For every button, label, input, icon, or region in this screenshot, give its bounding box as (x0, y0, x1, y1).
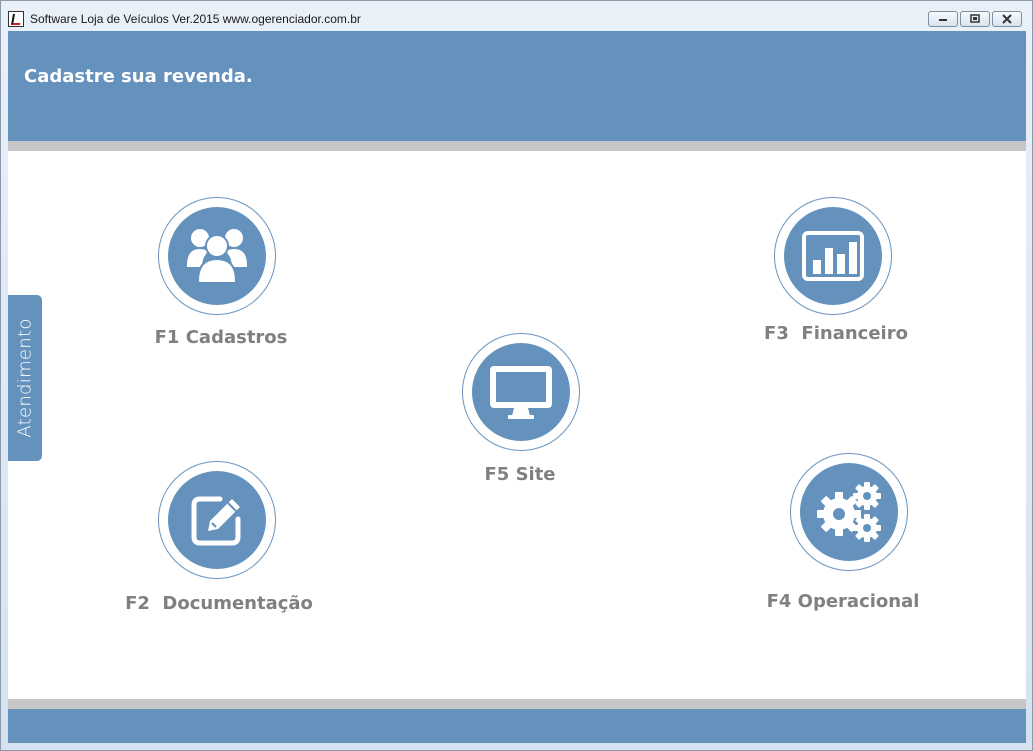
site-label[interactable]: F5 Site (484, 464, 555, 485)
operacional-button[interactable] (790, 453, 908, 571)
atendimento-tab-label: Atendimento (14, 318, 36, 438)
cadastros-label[interactable]: F1 Cadastros (155, 327, 288, 348)
financeiro-button[interactable] (774, 197, 892, 315)
site-disc (472, 343, 570, 441)
documentacao-button[interactable] (158, 461, 276, 579)
cadastros-disc (168, 207, 266, 305)
minimize-icon (939, 19, 947, 21)
site-button[interactable] (462, 333, 580, 451)
close-icon (1002, 14, 1012, 24)
window-title: Software Loja de Veículos Ver.2015 www.o… (30, 12, 361, 26)
restore-icon (970, 14, 980, 23)
gears-icon (817, 482, 881, 542)
close-button[interactable] (992, 11, 1022, 27)
atendimento-tab[interactable]: Atendimento (8, 295, 42, 461)
edit-icon (191, 496, 241, 546)
header-divider (8, 141, 1026, 151)
operacional-label[interactable]: F4 Operacional (767, 591, 920, 612)
footer-bar (8, 709, 1026, 743)
users-icon (187, 229, 247, 284)
cadastros-button[interactable] (158, 197, 276, 315)
app-icon (8, 11, 24, 27)
financeiro-disc (784, 207, 882, 305)
title-bar[interactable]: Software Loja de Veículos Ver.2015 www.o… (1, 1, 1032, 31)
operacional-disc (800, 463, 898, 561)
footer-divider (8, 699, 1026, 709)
monitor-icon (490, 366, 552, 419)
app-window: Software Loja de Veículos Ver.2015 www.o… (0, 0, 1033, 751)
maximize-button[interactable] (960, 11, 990, 27)
header-banner: Cadastre sua revenda. (8, 31, 1026, 141)
minimize-button[interactable] (928, 11, 958, 27)
documentacao-label[interactable]: F2 Documentação (125, 593, 313, 614)
bar-chart-icon (802, 231, 864, 281)
financeiro-label[interactable]: F3 Financeiro (764, 323, 908, 344)
documentacao-disc (168, 471, 266, 569)
page-title: Cadastre sua revenda. (24, 66, 253, 87)
